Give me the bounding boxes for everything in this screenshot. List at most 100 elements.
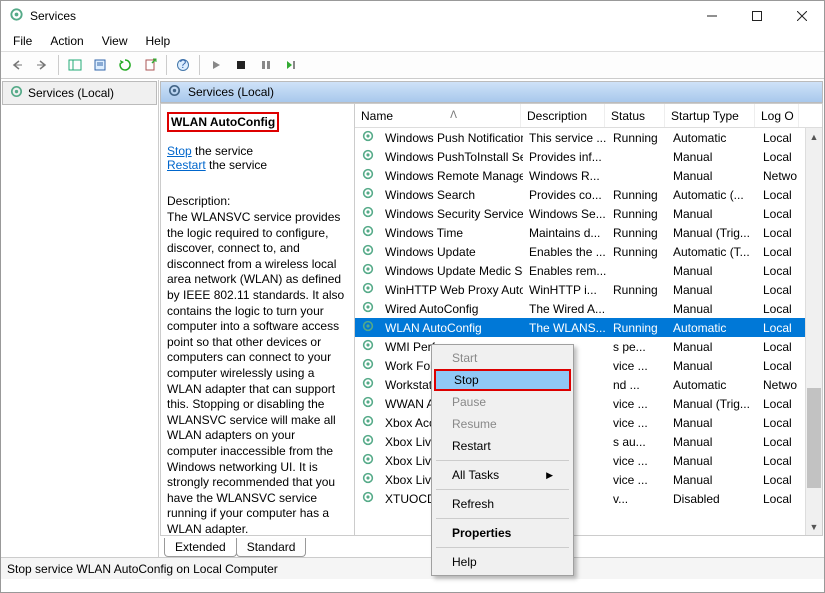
gear-icon	[361, 490, 375, 507]
cell-status: Running	[607, 283, 667, 297]
cell-name: Windows PushToInstall Serv...	[379, 150, 523, 164]
gear-icon	[361, 224, 375, 241]
table-row[interactable]: Windows Security ServiceWindows Se...Run…	[355, 204, 822, 223]
gear-icon	[361, 300, 375, 317]
menu-help[interactable]: Help	[138, 32, 179, 50]
table-row[interactable]: Xbox Live s au...ManualLocal	[355, 432, 822, 451]
menu-action[interactable]: Action	[42, 32, 91, 50]
table-row[interactable]: Windows UpdateEnables the ...RunningAuto…	[355, 242, 822, 261]
cell-name: Windows Security Service	[379, 207, 523, 221]
table-row[interactable]: WLAN AutoConfigThe WLANS...RunningAutoma…	[355, 318, 822, 337]
cell-status: v...	[607, 492, 667, 506]
left-panel: Services (Local)	[1, 80, 159, 557]
col-logon[interactable]: Log O	[755, 104, 799, 127]
show-hide-tree-icon[interactable]	[63, 54, 87, 76]
col-startup[interactable]: Startup Type	[665, 104, 755, 127]
table-row[interactable]: Windows Remote Manage...Windows R...Manu…	[355, 166, 822, 185]
scrollbar[interactable]: ▲ ▼	[805, 128, 822, 535]
gear-icon	[361, 281, 375, 298]
cell-startup: Disabled	[667, 492, 757, 506]
table-row[interactable]: Windows Update Medic Ser...Enables rem..…	[355, 261, 822, 280]
table-row[interactable]: Wired AutoConfigThe Wired A...ManualLoca…	[355, 299, 822, 318]
table-row[interactable]: Windows Push Notification...This service…	[355, 128, 822, 147]
stop-service-icon[interactable]	[229, 54, 253, 76]
cm-restart[interactable]: Restart	[434, 435, 571, 457]
cm-all-tasks[interactable]: All Tasks▶	[434, 464, 571, 486]
menu-separator	[436, 518, 569, 519]
maximize-button[interactable]	[734, 1, 779, 31]
selected-service-name: WLAN AutoConfig	[167, 112, 279, 132]
menu-file[interactable]: File	[5, 32, 40, 50]
scroll-down-icon[interactable]: ▼	[806, 518, 822, 535]
gear-icon	[9, 84, 24, 102]
cell-status: s au...	[607, 435, 667, 449]
close-button[interactable]	[779, 1, 824, 31]
cm-properties[interactable]: Properties	[434, 522, 571, 544]
restart-service-icon[interactable]	[279, 54, 303, 76]
cell-startup: Manual	[667, 302, 757, 316]
tree-services-local[interactable]: Services (Local)	[2, 81, 157, 105]
forward-icon[interactable]	[30, 54, 54, 76]
col-name[interactable]: Nameᐱ	[355, 104, 521, 127]
cell-desc: The WLANS...	[523, 321, 607, 335]
cell-name: Windows Remote Manage...	[379, 169, 523, 183]
table-row[interactable]: WWAN Auvice ...Manual (Trig...Local	[355, 394, 822, 413]
tab-extended[interactable]: Extended	[164, 538, 237, 557]
stop-link[interactable]: Stop	[167, 144, 192, 158]
menu-separator	[436, 489, 569, 490]
cm-help[interactable]: Help	[434, 551, 571, 573]
restart-suffix: the service	[206, 158, 267, 172]
restart-link[interactable]: Restart	[167, 158, 206, 172]
description-label: Description:	[167, 194, 348, 208]
scrollbar-thumb[interactable]	[807, 388, 821, 488]
col-status[interactable]: Status	[605, 104, 665, 127]
back-icon[interactable]	[5, 54, 29, 76]
table-row[interactable]: Windows PushToInstall Serv...Provides in…	[355, 147, 822, 166]
gear-icon	[361, 148, 375, 165]
table-row[interactable]: Xbox Live vice ...ManualLocal	[355, 451, 822, 470]
title-bar: Services	[1, 1, 824, 31]
cell-name: WinHTTP Web Proxy Auto-...	[379, 283, 523, 297]
table-row[interactable]: Work Foldvice ...ManualLocal	[355, 356, 822, 375]
gear-icon	[361, 414, 375, 431]
table-row[interactable]: XTUOCDrivv...DisabledLocal	[355, 489, 822, 508]
start-service-icon[interactable]	[204, 54, 228, 76]
scroll-up-icon[interactable]: ▲	[806, 128, 822, 145]
help-icon[interactable]: ?	[171, 54, 195, 76]
cm-refresh[interactable]: Refresh	[434, 493, 571, 515]
service-info-panel: WLAN AutoConfig Stop the service Restart…	[161, 104, 355, 535]
cell-status: Running	[607, 226, 667, 240]
cell-startup: Manual (Trig...	[667, 226, 757, 240]
table-row[interactable]: Windows TimeMaintains d...RunningManual …	[355, 223, 822, 242]
cell-startup: Manual (Trig...	[667, 397, 757, 411]
cm-pause: Pause	[434, 391, 571, 413]
table-row[interactable]: Workstatind ...AutomaticNetwo	[355, 375, 822, 394]
cell-name: Windows Push Notification...	[379, 131, 523, 145]
gear-icon	[361, 338, 375, 355]
cell-name: WLAN AutoConfig	[379, 321, 523, 335]
gear-icon	[361, 376, 375, 393]
tab-standard[interactable]: Standard	[236, 538, 307, 557]
table-row[interactable]: WMI Perfos pe...ManualLocal	[355, 337, 822, 356]
cell-startup: Manual	[667, 264, 757, 278]
cell-logon: Local	[757, 473, 801, 487]
minimize-button[interactable]	[689, 1, 734, 31]
cm-stop[interactable]: Stop	[434, 369, 571, 391]
export-icon[interactable]	[138, 54, 162, 76]
svg-text:?: ?	[180, 58, 187, 71]
cm-start: Start	[434, 347, 571, 369]
panel-header: Services (Local)	[160, 81, 823, 103]
cell-startup: Manual	[667, 435, 757, 449]
cell-logon: Local	[757, 397, 801, 411]
properties-icon[interactable]	[88, 54, 112, 76]
table-row[interactable]: WinHTTP Web Proxy Auto-...WinHTTP i...Ru…	[355, 280, 822, 299]
col-description[interactable]: Description	[521, 104, 605, 127]
cell-status: Running	[607, 188, 667, 202]
table-row[interactable]: Xbox Live vice ...ManualLocal	[355, 470, 822, 489]
table-row[interactable]: Xbox Accevice ...ManualLocal	[355, 413, 822, 432]
pause-service-icon[interactable]	[254, 54, 278, 76]
refresh-icon[interactable]	[113, 54, 137, 76]
menu-view[interactable]: View	[94, 32, 136, 50]
cell-logon: Netwo	[757, 169, 801, 183]
table-row[interactable]: Windows SearchProvides co...RunningAutom…	[355, 185, 822, 204]
